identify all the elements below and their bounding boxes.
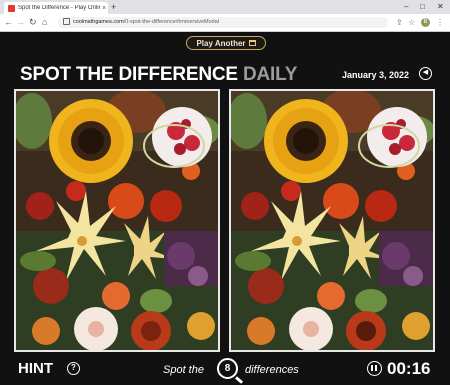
left-flower-image[interactable] (16, 91, 218, 350)
differences-count-badge: 8 (217, 358, 238, 379)
tab-close-icon[interactable]: × (100, 5, 108, 12)
calendar-icon (248, 40, 256, 46)
title-main: SPOT THE DIFFERENCE (20, 64, 243, 85)
game-title: SPOT THE DIFFERENCE DAILY (20, 64, 297, 86)
play-another-button[interactable]: Play Another (186, 36, 266, 50)
url-path: /0-spot-the-difference#immersiveModal (123, 19, 220, 25)
new-tab-button[interactable]: + (111, 2, 116, 12)
right-flower-image[interactable] (231, 91, 433, 350)
game-area: Play Another SPOT THE DIFFERENCE DAILY J… (0, 32, 450, 385)
game-timer: 00:16 (387, 359, 431, 378)
home-icon[interactable]: ⌂ (42, 17, 47, 28)
puzzle-date: January 3, 2022 (342, 70, 410, 80)
hint-help-icon[interactable]: ? (67, 362, 80, 375)
sunflower (49, 99, 133, 183)
spot-prefix-text: Spot the (163, 364, 204, 376)
lock-icon (63, 18, 70, 26)
maximize-icon[interactable]: □ (420, 1, 425, 13)
spot-suffix-text: differences (245, 364, 299, 376)
hint-button[interactable]: HINT (18, 360, 53, 377)
sound-toggle-icon[interactable]: ◀ (419, 67, 432, 80)
white-red-dahlia (152, 107, 212, 167)
share-icon[interactable]: ⇪ (396, 17, 403, 28)
url-host: coolmathgames.com (73, 19, 124, 25)
profile-avatar[interactable]: B (421, 18, 430, 27)
minimize-icon[interactable]: – (404, 1, 408, 13)
white-red-dahlia (367, 107, 427, 167)
site-favicon-icon (8, 4, 15, 12)
left-image-panel[interactable] (14, 89, 220, 352)
browser-tab[interactable]: Spot the Difference - Play Online × (4, 2, 108, 14)
magnifier-handle-icon (235, 376, 244, 384)
star-icon[interactable]: ☆ (408, 17, 415, 28)
pause-icon[interactable] (367, 361, 382, 376)
reload-icon[interactable]: ↻ (29, 17, 37, 28)
menu-dots-icon[interactable]: ⋮ (436, 17, 444, 28)
title-daily: DAILY (242, 64, 298, 85)
back-arrow-icon[interactable]: ← (4, 17, 13, 28)
close-window-icon[interactable]: ✕ (437, 1, 444, 13)
tab-title: Spot the Difference - Play Online (18, 5, 100, 11)
browser-tab-bar: Spot the Difference - Play Online × + – … (0, 0, 450, 14)
forward-arrow-icon[interactable]: → (16, 17, 25, 28)
play-another-label: Play Another (196, 38, 246, 48)
address-bar[interactable]: coolmathgames.com/0-spot-the-difference#… (58, 17, 388, 28)
right-image-panel[interactable] (229, 89, 435, 352)
browser-toolbar: ← → ↻ ⌂ coolmathgames.com/0-spot-the-dif… (0, 14, 450, 32)
bottom-bar: HINT ? Spot the 8 differences 00:16 (0, 357, 450, 384)
sunflower (264, 99, 348, 183)
